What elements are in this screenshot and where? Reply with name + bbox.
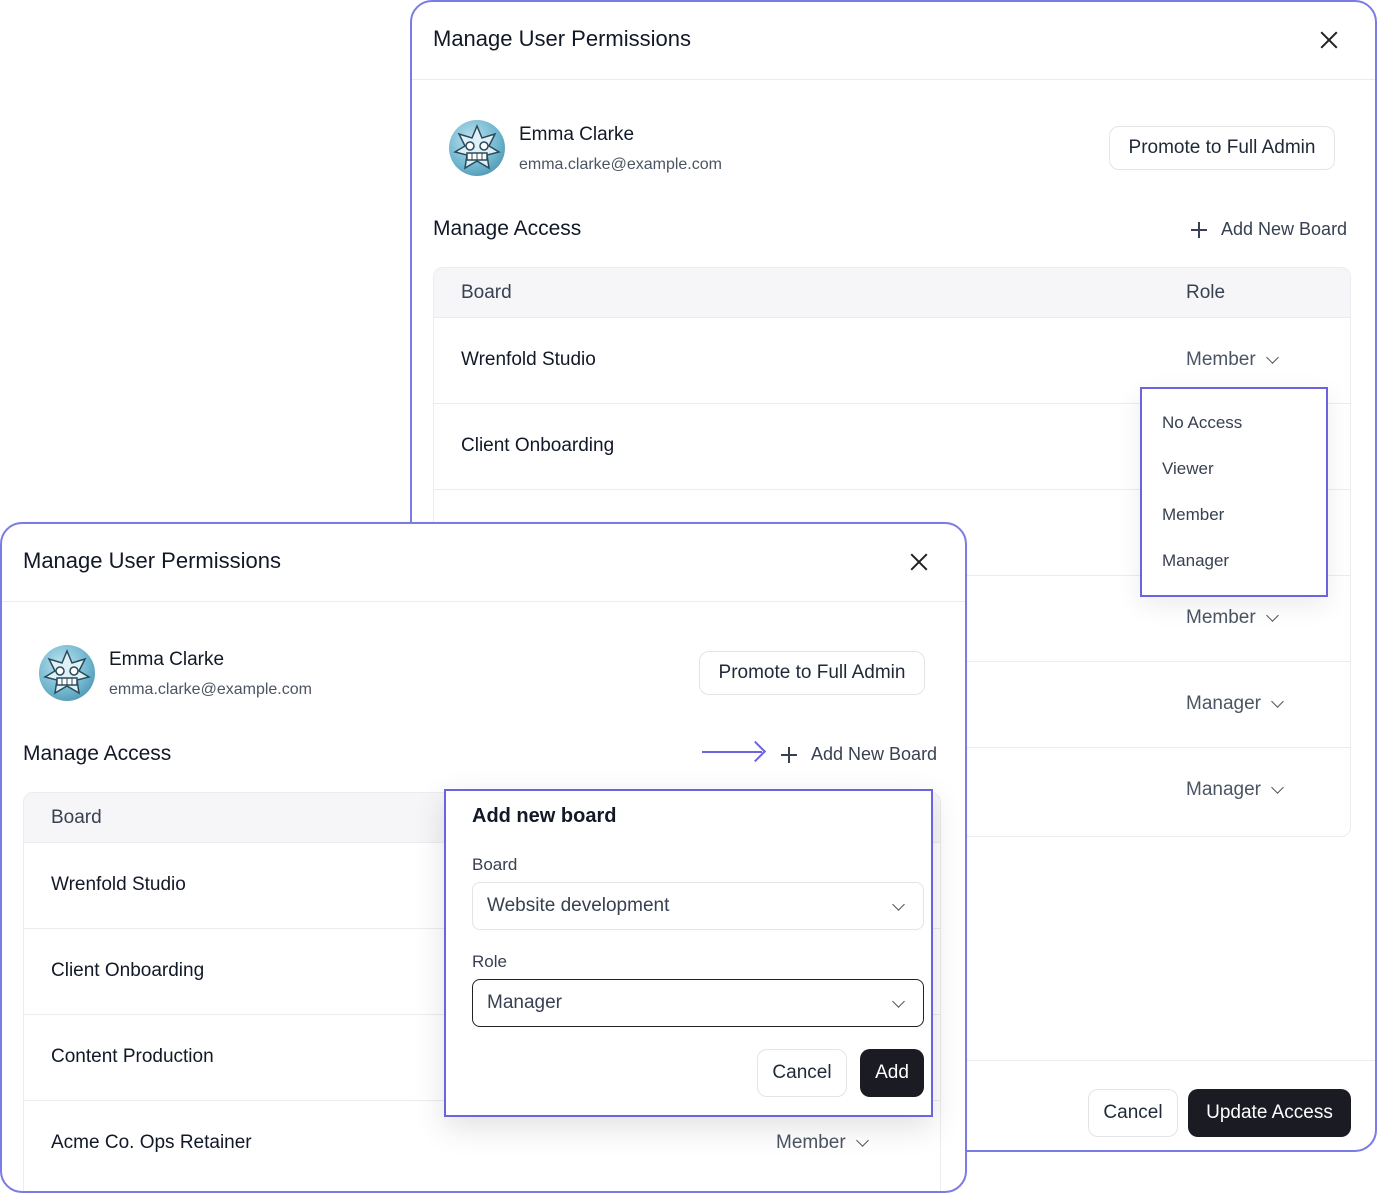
cancel-button[interactable]: Cancel <box>1088 1089 1178 1137</box>
role-option-no-access[interactable]: No Access <box>1162 413 1242 433</box>
board-name: Wrenfold Studio <box>51 874 186 895</box>
role-field-label: Role <box>472 952 507 971</box>
board-name: Client Onboarding <box>51 960 205 981</box>
board-name: Client Onboarding <box>461 435 615 456</box>
add-new-board-label: Add New Board <box>1221 219 1348 239</box>
arrow-right-icon <box>702 751 762 753</box>
user-name: Emma Clarke <box>519 124 635 145</box>
plus-icon <box>1191 221 1207 238</box>
role-option-member[interactable]: Member <box>1162 505 1224 525</box>
plus-icon <box>781 746 797 763</box>
role-select[interactable]: Manager <box>1186 779 1284 801</box>
user-email: emma.clarke@example.com <box>109 681 312 698</box>
role-option-viewer[interactable]: Viewer <box>1162 459 1214 479</box>
promote-to-admin-button[interactable]: Promote to Full Admin <box>1109 126 1335 170</box>
add-new-board-button[interactable]: Add New Board <box>1191 219 1347 240</box>
avatar <box>449 120 505 176</box>
role-select[interactable]: Member <box>1186 349 1279 371</box>
board-name: Acme Co. Ops Retainer <box>51 1132 252 1153</box>
role-select-value: Manager <box>487 992 562 1013</box>
user-name: Emma Clarke <box>109 649 225 670</box>
column-header-role: Role <box>1186 282 1226 303</box>
board-field-label: Board <box>472 855 518 874</box>
add-board-popover: Add new board Board Website development … <box>444 789 933 1117</box>
role-option-manager[interactable]: Manager <box>1162 551 1229 571</box>
update-access-button[interactable]: Update Access <box>1188 1089 1351 1137</box>
role-dropdown-menu: No Access Viewer Member Manager <box>1140 387 1328 597</box>
modal-header: Manage User Permissions <box>412 2 1375 80</box>
avatar <box>39 645 95 701</box>
add-new-board-label: Add New Board <box>811 744 938 764</box>
chevron-down-icon <box>1265 350 1279 364</box>
role-value: Member <box>776 1132 846 1153</box>
table-header: Board Role <box>434 268 1350 318</box>
modal-title: Manage User Permissions <box>433 26 691 51</box>
board-name: Content Production <box>51 1046 214 1067</box>
chevron-down-icon <box>892 995 905 1008</box>
promote-to-admin-button[interactable]: Promote to Full Admin <box>699 651 925 695</box>
modal-header: Manage User Permissions <box>2 524 965 602</box>
cancel-button[interactable]: Cancel <box>757 1049 847 1097</box>
role-select[interactable]: Manager <box>1186 693 1284 715</box>
role-select[interactable]: Manager <box>472 979 924 1027</box>
board-name: Wrenfold Studio <box>461 349 596 370</box>
avatar-face-icon <box>453 124 501 170</box>
column-header-board: Board <box>51 807 102 828</box>
role-select[interactable]: Member <box>776 1132 869 1154</box>
modal-title: Manage User Permissions <box>23 548 281 573</box>
chevron-down-icon <box>855 1133 869 1147</box>
role-value: Manager <box>1186 693 1261 714</box>
close-icon[interactable] <box>1319 30 1339 50</box>
column-header-board: Board <box>461 282 512 303</box>
chevron-down-icon <box>1271 694 1284 708</box>
section-title: Manage Access <box>23 742 172 765</box>
add-button[interactable]: Add <box>860 1049 924 1097</box>
role-value: Member <box>1186 349 1256 370</box>
role-value: Member <box>1186 607 1256 628</box>
board-select-value: Website development <box>487 895 670 916</box>
popover-title: Add new board <box>472 805 617 827</box>
role-value: Manager <box>1186 779 1261 800</box>
chevron-down-icon <box>1265 608 1279 622</box>
avatar-face-icon <box>43 649 91 695</box>
section-title: Manage Access <box>433 217 582 240</box>
add-new-board-button[interactable]: Add New Board <box>781 744 937 765</box>
chevron-down-icon <box>892 898 905 911</box>
user-email: emma.clarke@example.com <box>519 156 722 173</box>
board-select[interactable]: Website development <box>472 882 924 930</box>
close-icon[interactable] <box>909 552 929 572</box>
role-select[interactable]: Member <box>1186 607 1279 629</box>
chevron-down-icon <box>1271 780 1284 794</box>
